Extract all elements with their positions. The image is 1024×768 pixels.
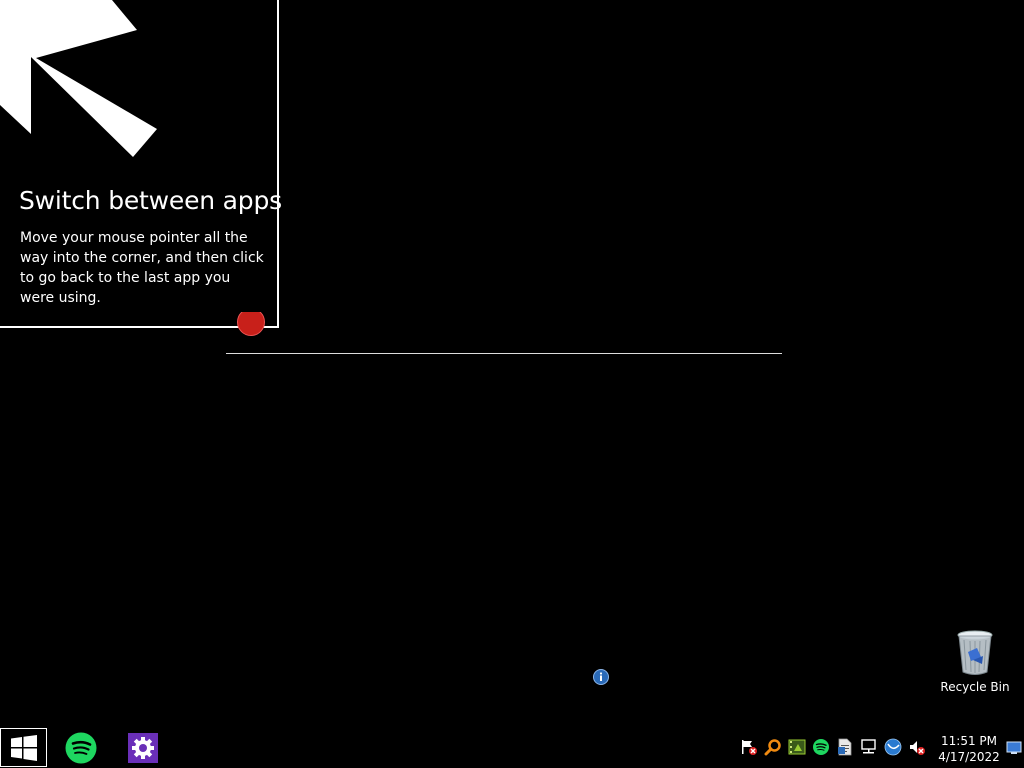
document-icon[interactable] [836, 738, 854, 756]
tip-title: Switch between apps [19, 186, 282, 215]
spotify-taskbar-button[interactable] [63, 730, 99, 766]
corner-arrow-icon [0, 0, 157, 157]
taskbar-clock[interactable]: 11:51 PM 4/17/2022 [934, 733, 1004, 765]
blue-globe-icon[interactable] [884, 738, 902, 756]
settings-taskbar-button[interactable] [125, 730, 161, 766]
start-button[interactable] [0, 728, 47, 767]
search-magnifier-icon[interactable] [764, 738, 782, 756]
recycle-bin-icon [957, 630, 993, 675]
info-icon[interactable] [593, 669, 609, 685]
action-center-flag-icon[interactable] [740, 738, 758, 756]
tip-description: Move your mouse pointer all the way into… [20, 230, 264, 306]
recycle-bin-desktop-icon[interactable]: Recycle Bin [938, 630, 1012, 700]
show-desktop-icon[interactable] [1006, 741, 1022, 755]
horizontal-divider [226, 353, 782, 354]
volume-muted-icon[interactable] [908, 738, 926, 756]
settings-gear-icon [128, 733, 158, 763]
red-notification-circle-icon [237, 312, 265, 336]
spotify-tray-icon[interactable] [812, 738, 830, 756]
clock-time: 11:51 PM [941, 734, 997, 748]
windows-start-icon [10, 734, 37, 761]
spotify-icon [65, 732, 97, 764]
taskbar: 11:51 PM 4/17/2022 [0, 728, 1024, 768]
film-icon[interactable] [788, 738, 806, 756]
clock-date: 4/17/2022 [938, 750, 1000, 764]
recycle-bin-label: Recycle Bin [940, 680, 1010, 694]
network-icon[interactable] [860, 738, 878, 756]
switch-apps-tip-panel: Switch between apps Move your mouse poin… [0, 0, 282, 328]
